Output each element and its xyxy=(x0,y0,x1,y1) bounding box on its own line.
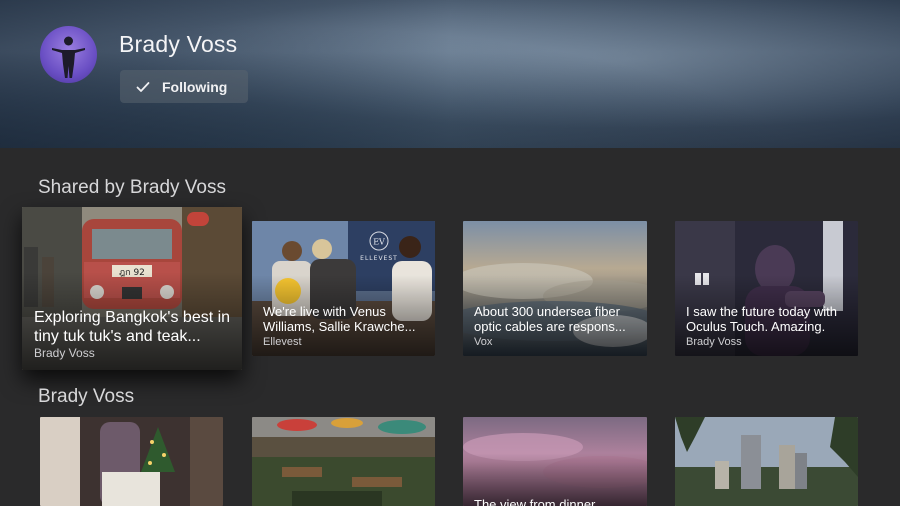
ellevest-logo: EV xyxy=(373,238,385,247)
card-title: About 300 undersea fiber optic cables ar… xyxy=(474,304,626,334)
video-card[interactable]: I saw the future today with Oculus Touch… xyxy=(675,221,858,356)
following-button[interactable]: Following xyxy=(120,70,248,103)
card-source: Brady Voss xyxy=(34,346,95,360)
card-source: Ellevest xyxy=(263,336,302,348)
card-source: Vox xyxy=(474,336,493,348)
video-card[interactable] xyxy=(252,417,435,506)
card-source: Brady Voss xyxy=(686,336,742,348)
video-card[interactable]: ฎก 92 Exploring Bangkok's best in tiny t… xyxy=(22,207,242,370)
video-thumbnail xyxy=(252,417,435,506)
card-title: The view from dinner xyxy=(474,497,596,506)
video-thumbnail xyxy=(40,417,223,506)
profile-header: Brady Voss Following xyxy=(0,0,900,148)
card-title: I saw the future today with Oculus Touch… xyxy=(686,304,838,334)
video-thumbnail xyxy=(675,417,858,506)
person-icon xyxy=(52,36,85,78)
video-card[interactable]: The view from dinner xyxy=(463,417,647,506)
section-title-brady: Brady Voss xyxy=(38,386,135,407)
video-card[interactable] xyxy=(40,417,223,506)
following-label: Following xyxy=(162,78,228,95)
ellevest-wordmark: ELLEVEST xyxy=(360,255,398,262)
profile-name: Brady Voss xyxy=(119,31,238,57)
card-title: Exploring Bangkok's best in tiny tuk tuk… xyxy=(34,309,231,345)
card-title: We're live with Venus Williams, Sallie K… xyxy=(263,304,416,334)
video-card[interactable] xyxy=(675,417,858,506)
video-card[interactable]: EV ELLEVEST We're live with Venus Willia… xyxy=(252,221,435,356)
avatar xyxy=(40,26,97,83)
checkmark-icon xyxy=(136,81,150,92)
section-title-shared: Shared by Brady Voss xyxy=(38,177,226,198)
video-card[interactable]: About 300 undersea fiber optic cables ar… xyxy=(463,221,647,356)
